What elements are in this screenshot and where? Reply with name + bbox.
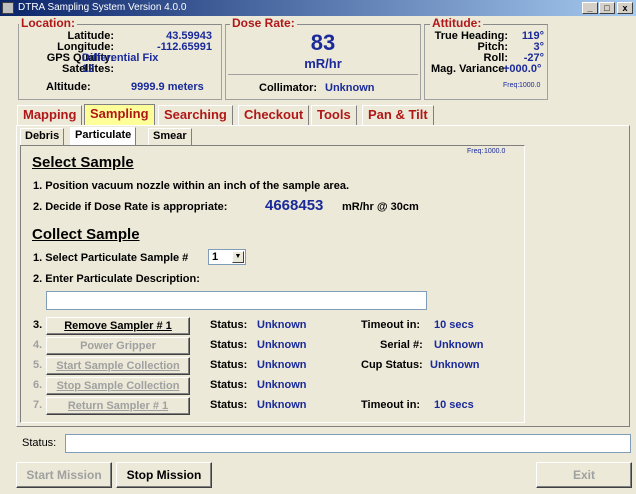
start-mission-button[interactable]: Start Mission bbox=[16, 462, 112, 488]
sample-number-select[interactable]: 1 ▼ bbox=[208, 249, 246, 265]
return-sampler-button[interactable]: Return Sampler # 1 bbox=[46, 397, 190, 415]
tab-checkout[interactable]: Checkout bbox=[238, 105, 310, 125]
location-title: Location: bbox=[19, 16, 77, 30]
dose-rate-unit: mR/hr bbox=[304, 56, 342, 71]
subtab-debris[interactable]: Debris bbox=[20, 128, 65, 145]
tab-pan-tilt[interactable]: Pan & Tilt bbox=[362, 105, 434, 125]
action-7-number: 7. bbox=[33, 399, 43, 411]
action-3-status-label: Status: bbox=[210, 319, 248, 331]
attitude-labels: True Heading: Pitch: Roll: Mag. Variance… bbox=[426, 31, 508, 75]
exit-button[interactable]: Exit bbox=[536, 462, 632, 488]
attitude-freq-label: Freq: bbox=[503, 82, 520, 89]
action-5-number: 5. bbox=[33, 359, 43, 371]
collimator-value: Unknown bbox=[325, 82, 375, 94]
power-gripper-button[interactable]: Power Gripper bbox=[46, 337, 190, 355]
subtab-smear[interactable]: Smear bbox=[148, 128, 192, 145]
status-field bbox=[65, 434, 631, 453]
action-3-status: Unknown bbox=[257, 319, 307, 331]
select-step-1: 1. Position vacuum nozzle within an inch… bbox=[33, 180, 350, 192]
title-bar: DTRA Sampling System Version 4.0.0 bbox=[0, 0, 636, 16]
gps-sat-values: Differential Fix 12 bbox=[82, 53, 158, 75]
lat-lon-values: 43.59943 -112.65991 bbox=[120, 31, 212, 53]
action-7-extra-value: 10 secs bbox=[434, 399, 474, 411]
tab-sampling[interactable]: Sampling bbox=[84, 104, 155, 126]
action-4-number: 4. bbox=[33, 339, 43, 351]
attitude-values: 119° 3° -27° bbox=[510, 31, 544, 64]
mag-variance-label: Mag. Variance: bbox=[430, 63, 508, 75]
remove-sampler-button[interactable]: Remove Sampler # 1 bbox=[46, 317, 190, 335]
action-4-status: Unknown bbox=[257, 339, 307, 351]
panel-freq-value: 1000.0 bbox=[484, 148, 506, 155]
collect-step-2: 2. Enter Particulate Description: bbox=[33, 273, 200, 285]
collimator-label: Collimator: bbox=[259, 82, 318, 94]
dose-rate-check-unit: mR/hr @ 30cm bbox=[342, 201, 419, 213]
sample-number-value: 1 bbox=[212, 251, 219, 263]
attitude-freq-value: 1000.0 bbox=[519, 82, 541, 89]
action-7-status-label: Status: bbox=[210, 399, 248, 411]
mag-variance-value: +000.0° bbox=[503, 63, 542, 75]
satellites-value: 12 bbox=[82, 63, 95, 75]
action-5-extra-value: Unknown bbox=[430, 359, 480, 371]
action-5-status: Unknown bbox=[257, 359, 307, 371]
altitude-label: Altitude: bbox=[46, 81, 91, 93]
altitude-value: 9999.9 meters bbox=[131, 81, 204, 93]
tab-searching[interactable]: Searching bbox=[158, 105, 233, 125]
attitude-title: Attitude: bbox=[430, 16, 484, 30]
action-4-extra-value: Unknown bbox=[434, 339, 484, 351]
tab-mapping[interactable]: Mapping bbox=[17, 105, 83, 125]
dose-rate-check-value: 4668453 bbox=[265, 197, 324, 214]
start-sample-collection-button[interactable]: Start Sample Collection bbox=[46, 357, 190, 375]
action-5-extra-label: Cup Status: bbox=[361, 359, 423, 371]
stop-mission-button[interactable]: Stop Mission bbox=[116, 462, 212, 488]
action-6-status-label: Status: bbox=[210, 379, 248, 391]
chevron-down-icon[interactable]: ▼ bbox=[232, 251, 244, 263]
action-3-number: 3. bbox=[33, 319, 43, 331]
action-6-status: Unknown bbox=[257, 379, 307, 391]
collect-step-1: 1. Select Particulate Sample # bbox=[33, 252, 189, 264]
app-icon bbox=[2, 2, 14, 14]
tab-tools[interactable]: Tools bbox=[311, 105, 357, 125]
select-sample-title: Select Sample bbox=[32, 154, 134, 171]
action-7-status: Unknown bbox=[257, 399, 307, 411]
window-title: DTRA Sampling System Version 4.0.0 bbox=[18, 2, 187, 13]
action-3-extra-label: Timeout in: bbox=[361, 319, 421, 331]
panel-freq-label: Freq: bbox=[467, 148, 484, 155]
maximize-button[interactable]: □ bbox=[599, 2, 615, 14]
close-button[interactable]: x bbox=[617, 2, 633, 14]
action-5-status-label: Status: bbox=[210, 359, 248, 371]
collect-sample-title: Collect Sample bbox=[32, 226, 140, 243]
action-6-number: 6. bbox=[33, 379, 43, 391]
dose-rate-value: 83 bbox=[310, 30, 336, 55]
dose-rate-title: Dose Rate: bbox=[230, 16, 297, 30]
particulate-description-input[interactable] bbox=[46, 291, 427, 310]
dose-divider bbox=[228, 74, 418, 75]
action-4-extra-label: Serial #: bbox=[380, 339, 423, 351]
action-3-extra-value: 10 secs bbox=[434, 319, 474, 331]
select-step-2: 2. Decide if Dose Rate is appropriate: bbox=[33, 201, 228, 213]
action-7-extra-label: Timeout in: bbox=[361, 399, 421, 411]
subtab-particulate[interactable]: Particulate bbox=[70, 127, 137, 146]
action-4-status-label: Status: bbox=[210, 339, 248, 351]
stop-sample-collection-button[interactable]: Stop Sample Collection bbox=[46, 377, 190, 395]
status-label: Status: bbox=[22, 437, 57, 449]
minimize-button[interactable]: _ bbox=[582, 2, 598, 14]
